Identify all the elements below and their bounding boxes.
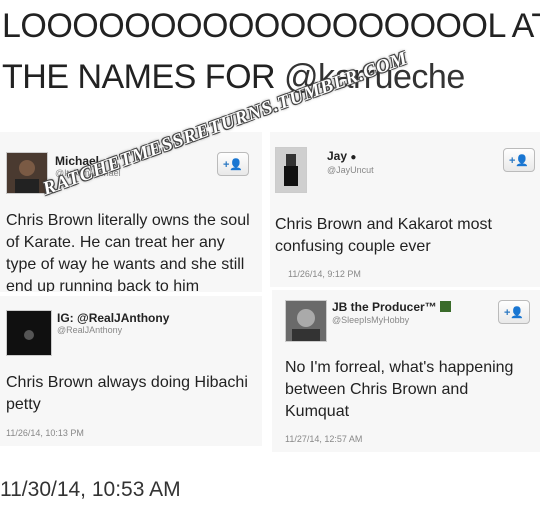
follow-button[interactable]: +👤: [498, 300, 530, 324]
tweet-line: Chris Brown literally owns the soul: [6, 212, 250, 229]
tweet-line: No I'm forreal, what's happening: [285, 359, 514, 376]
profile-photo-icon: [7, 153, 47, 193]
display-name[interactable]: IG: @RealJAnthony: [57, 311, 169, 325]
tweet-text: Chris Brown and Kakarot most confusing c…: [275, 214, 540, 258]
tweet-line: type of way he wants and she still: [6, 256, 245, 273]
tweet-timestamp[interactable]: 11/26/14, 9:12 PM: [288, 269, 361, 279]
tweet-line: Chris Brown always doing Hibachi: [6, 374, 248, 391]
tweet-card-jay: Jay ● @JayUncut +👤 Chris Brown and Kakar…: [270, 132, 540, 287]
tweet-card-realjanthony: IG: @RealJAnthony @RealJAnthony Chris Br…: [0, 296, 262, 446]
tweet-card-jb-the-producer: JB the Producer™ @SleepIsMyHobby +👤 No I…: [272, 290, 540, 452]
tweet-text: Chris Brown literally owns the soul of K…: [6, 210, 262, 292]
tweet-line: petty: [6, 396, 41, 413]
tweet-line: Chris Brown and Kakarot most: [275, 216, 492, 233]
user-handle[interactable]: @JayUncut: [327, 165, 374, 175]
follow-user-icon: +👤: [508, 154, 530, 167]
follow-user-icon: +👤: [503, 306, 525, 319]
apple-icon: ●: [350, 152, 357, 163]
tweet-line: between Chris Brown and: [285, 381, 469, 398]
tweet-text: No I'm forreal, what's happening between…: [285, 357, 540, 423]
badge-icon: [440, 301, 452, 312]
avatar[interactable]: [285, 300, 327, 342]
tweet-line: end up running back to him: [6, 278, 200, 292]
display-name[interactable]: Jay ●: [327, 149, 356, 163]
footer-timestamp: 11/30/14, 10:53 AM: [0, 478, 181, 501]
follow-button[interactable]: +👤: [503, 148, 535, 172]
tweet-timestamp[interactable]: 11/26/14, 10:13 PM: [6, 428, 84, 438]
tweet-text: Chris Brown always doing Hibachi petty: [6, 372, 262, 416]
follow-button[interactable]: +👤: [217, 152, 249, 176]
headline-text: THE NAMES FOR: [2, 58, 285, 96]
tweet-line: Kumquat: [285, 403, 350, 420]
tweet-timestamp[interactable]: 11/27/14, 12:57 AM: [285, 434, 362, 444]
display-name[interactable]: JB the Producer™: [332, 300, 452, 314]
tweet-line: of Karate. He can treat her any: [6, 234, 225, 251]
profile-photo-icon: [7, 311, 51, 355]
tweet-line: confusing couple ever: [275, 238, 431, 255]
avatar[interactable]: [6, 152, 48, 194]
profile-photo-icon: [286, 301, 326, 341]
profile-photo-icon: [276, 148, 306, 192]
user-handle[interactable]: @SleepIsMyHobby: [332, 315, 409, 325]
avatar[interactable]: [6, 310, 52, 356]
headline-line-1: LOOOOOOOOOOOOOOOOOOL AT: [2, 7, 540, 45]
user-handle[interactable]: @RealJAnthony: [57, 325, 122, 335]
follow-user-icon: +👤: [222, 158, 244, 171]
avatar[interactable]: [275, 147, 307, 193]
